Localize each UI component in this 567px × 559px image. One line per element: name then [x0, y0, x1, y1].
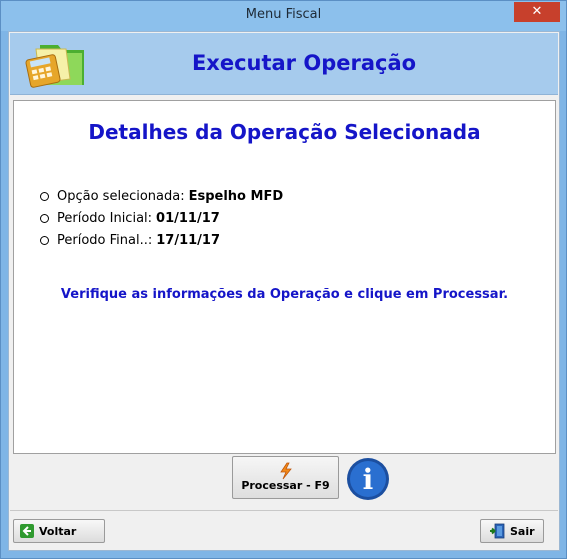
item-value: 17/11/17 — [156, 232, 221, 248]
info-glyph: i — [363, 463, 374, 496]
title-bar[interactable]: Menu Fiscal ✕ — [1, 1, 566, 31]
list-item: Período Inicial: 01/11/17 — [40, 207, 283, 229]
voltar-button[interactable]: Voltar — [13, 519, 105, 543]
info-icon[interactable]: i — [345, 456, 391, 502]
sair-label: Sair — [510, 524, 535, 538]
exit-door-icon — [490, 523, 505, 539]
header-title: Executar Operação — [191, 51, 417, 75]
bullet-icon — [40, 213, 49, 223]
details-list: Opção selecionada: Espelho MFD Período I… — [40, 185, 283, 251]
details-title: Detalhes da Operação Selecionada — [88, 120, 481, 144]
processar-label: Processar - F9 — [241, 479, 330, 492]
bullet-icon — [40, 191, 49, 201]
item-label: Período Inicial: — [57, 210, 153, 226]
details-panel: Detalhes da Operação Selecionada Opção s… — [13, 100, 556, 454]
bullet-icon — [40, 235, 49, 245]
sair-button[interactable]: Sair — [480, 519, 544, 543]
item-label: Opção selecionada: — [57, 188, 185, 204]
list-item: Opção selecionada: Espelho MFD — [40, 185, 283, 207]
instruction-text: Verifique as informações da Operação e c… — [60, 287, 509, 302]
lightning-icon — [280, 462, 292, 480]
menu-fiscal-window: Menu Fiscal ✕ Executar Operação Detalhes… — [0, 0, 567, 559]
item-value: Espelho MFD — [188, 188, 284, 204]
client-area: Executar Operação Detalhes da Operação S… — [8, 31, 560, 551]
close-button[interactable]: ✕ — [514, 2, 560, 22]
item-value: 01/11/17 — [156, 210, 220, 226]
voltar-label: Voltar — [39, 524, 77, 538]
processar-button[interactable]: Processar - F9 — [232, 456, 339, 499]
back-arrow-icon — [20, 524, 34, 538]
window-title: Menu Fiscal — [245, 7, 322, 22]
item-label: Período Final..: — [57, 232, 153, 248]
list-item: Período Final..: 17/11/17 — [40, 229, 283, 251]
header-panel: Executar Operação — [10, 33, 558, 95]
footer-bar: Voltar Sair — [10, 510, 558, 550]
